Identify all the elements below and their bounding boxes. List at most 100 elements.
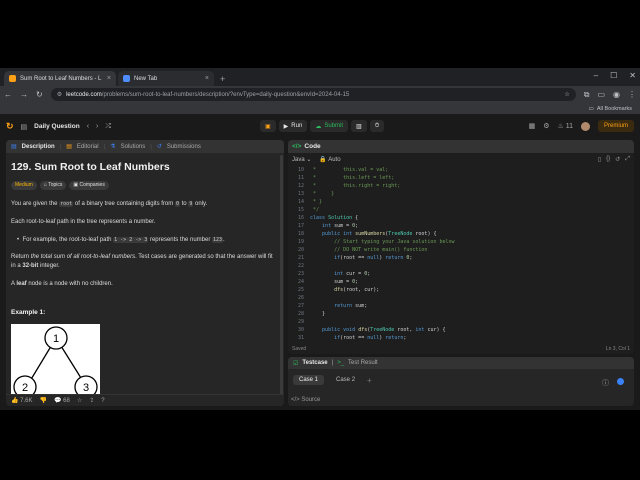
fullscreen-icon[interactable]: ⤢ [625, 156, 630, 163]
code-line[interactable]: * this.right = right; [310, 183, 400, 189]
layout-icon[interactable]: ▦ [529, 122, 536, 130]
code-line[interactable]: // Start typing your Java solution below [310, 239, 454, 245]
timer-icon[interactable]: ⏱ [369, 120, 385, 132]
address-bar-row: ← → ↻ ⚙ leetcode.com/problems/sum-root-t… [0, 86, 640, 103]
case-2-tab[interactable]: Case 2 [330, 375, 361, 385]
tab-testcase[interactable]: Testcase [302, 360, 327, 366]
source-link[interactable]: </> Source [291, 397, 320, 403]
maximize-icon[interactable]: ☐ [610, 71, 617, 80]
avatar[interactable] [580, 121, 590, 131]
submit-button[interactable]: ☁ Submit [310, 120, 348, 132]
code-editor[interactable]: 10 * this.val = val; 11 * this.left = lef… [288, 165, 634, 342]
code-line[interactable]: } [310, 311, 325, 317]
url-field[interactable]: ⚙ leetcode.com/problems/sum-root-to-leaf… [50, 88, 576, 101]
status-dot-icon[interactable] [617, 378, 624, 385]
daily-question-link[interactable]: Daily Question [34, 123, 80, 130]
forward-icon[interactable]: → [20, 90, 28, 99]
back-icon[interactable]: ← [4, 90, 12, 99]
checkbox-icon: ☑ [293, 360, 299, 367]
browser-tab-leetcode[interactable]: Sum Root to Leaf Numbers - L × [4, 71, 116, 86]
info-icon[interactable]: ⓘ [602, 378, 609, 388]
bookmark-icon[interactable]: ▯ [598, 156, 601, 163]
sidebar-icon[interactable]: ▭ [597, 90, 605, 99]
site-info-icon[interactable]: ⚙ [57, 91, 62, 98]
braces-icon[interactable]: {} [606, 156, 610, 163]
code-line[interactable]: if(root == null) return 0; [310, 255, 412, 261]
code-line[interactable]: return sum; [310, 303, 367, 309]
streak-counter[interactable]: ♨ 11 [557, 122, 573, 130]
new-tab-button[interactable]: + [220, 74, 225, 84]
description-scrollbar[interactable] [280, 155, 283, 406]
divider: | [150, 143, 152, 150]
add-case-icon[interactable]: + [367, 376, 372, 385]
profile-icon[interactable]: ◉ [613, 90, 620, 99]
run-button[interactable]: ▶ Run [278, 120, 308, 132]
thumbs-down-icon[interactable]: 👎 [40, 397, 47, 404]
companies-button[interactable]: ▣ Companies [69, 181, 109, 191]
tab-editorial[interactable]: Editorial [77, 144, 99, 150]
code-line[interactable]: public void dfs(TreeNode root, int cur) … [310, 327, 445, 333]
code-line[interactable]: * } [310, 199, 322, 205]
code-line[interactable]: class Solution { [310, 215, 358, 221]
notes-icon[interactable]: ▥ [351, 120, 367, 132]
tab-solutions[interactable]: Solutions [121, 144, 146, 150]
code-line[interactable]: public int sumNumbers(TreeNode root) { [310, 231, 436, 237]
text: Return [11, 254, 30, 261]
code-line[interactable]: int cur = 0; [310, 271, 370, 277]
code-line[interactable]: if(root == null) return; [310, 335, 406, 341]
comments-button[interactable]: 💬 68 [54, 397, 70, 404]
chevron-right-icon[interactable]: › [96, 123, 98, 130]
share-icon[interactable]: ⇪ [89, 397, 94, 404]
close-window-icon[interactable]: ✕ [629, 71, 636, 80]
tab-test-result[interactable]: Test Result [348, 360, 378, 366]
code-line[interactable]: int sum = 0; [310, 223, 358, 229]
terminal-icon: >_ [337, 360, 345, 366]
leetcode-logo-icon[interactable]: ↻ [6, 121, 14, 132]
case-1-tab[interactable]: Case 1 [293, 375, 325, 385]
code-line[interactable]: */ [310, 207, 319, 213]
code-line[interactable]: // DO NOT write main() function [310, 247, 427, 253]
line-number: 18 [297, 231, 304, 237]
tab-submissions[interactable]: Submissions [167, 144, 201, 150]
newtab-favicon-icon [123, 75, 130, 82]
settings-icon[interactable]: ⚙ [543, 122, 549, 130]
description-tabs: ▤ Description | ▤ Editorial | ⚗ Solution… [6, 140, 284, 153]
reset-icon[interactable]: ↺ [615, 156, 620, 163]
like-button[interactable]: 👍 7.6K [11, 397, 33, 404]
auto-mode[interactable]: 🔒 Auto [319, 156, 340, 163]
menu-icon[interactable]: ⋮ [628, 90, 636, 99]
problem-paragraph-2: Each root-to-leaf path in the tree repre… [11, 218, 156, 225]
code-line[interactable]: * this.left = left; [310, 175, 394, 181]
code-line[interactable]: dfs(root, cur); [310, 287, 379, 293]
difficulty-badge: Medium [11, 181, 37, 191]
page-title[interactable]: 129. Sum Root to Leaf Numbers [11, 160, 279, 175]
all-bookmarks-link[interactable]: All Bookmarks [597, 106, 632, 112]
bookmark-star-icon[interactable]: ☆ [564, 91, 569, 98]
extensions-icon[interactable]: ⧉ [584, 90, 590, 100]
close-icon[interactable]: × [107, 75, 111, 82]
close-icon[interactable]: × [205, 75, 209, 82]
folder-icon: ▭ [588, 105, 594, 112]
minimize-icon[interactable]: – [594, 71, 598, 80]
line-number: 21 [297, 255, 304, 261]
language-select[interactable]: Java ⌄ [292, 156, 311, 163]
tab-description[interactable]: Description [22, 144, 55, 150]
favorite-icon[interactable]: ☆ [77, 397, 82, 404]
code-line[interactable]: sum = 0; [310, 279, 358, 285]
debug-icon[interactable]: ▣ [260, 120, 276, 132]
chevron-left-icon[interactable]: ‹ [87, 123, 89, 130]
testcase-tabs: ☑ Testcase | >_ Test Result [288, 357, 634, 369]
premium-button[interactable]: Premium [597, 120, 634, 132]
code-line[interactable]: * } [310, 191, 334, 197]
save-status: Saved [292, 345, 307, 352]
topics-button[interactable]: ⌂ Topics [39, 181, 67, 191]
help-icon[interactable]: ? [101, 398, 104, 404]
text: For example, the root-to-leaf path [22, 236, 112, 243]
daily-question-icon: ▤ [20, 123, 28, 131]
browser-tab-new[interactable]: New Tab × [118, 71, 214, 86]
reload-icon[interactable]: ↻ [36, 90, 43, 99]
code-line[interactable]: * this.val = val; [310, 167, 388, 173]
line-number: 26 [297, 295, 304, 301]
shuffle-icon[interactable]: ⤮ [105, 123, 111, 131]
line-number: 23 [297, 271, 304, 277]
